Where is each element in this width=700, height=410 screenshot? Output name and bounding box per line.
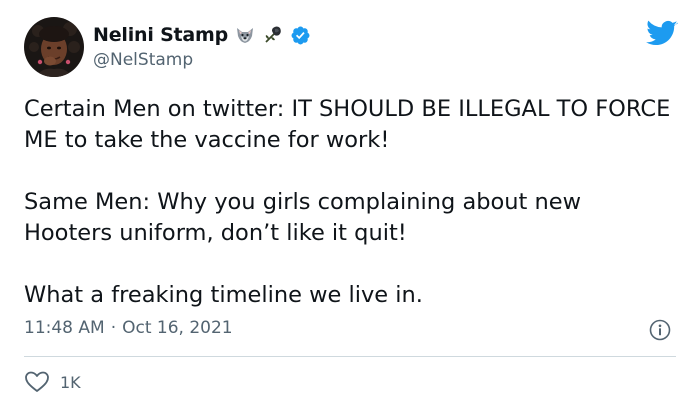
- author-row: Nelini Stamp: [93, 22, 311, 48]
- avatar[interactable]: [24, 17, 84, 77]
- like-button[interactable]: 1K: [24, 370, 81, 394]
- tweet-text: Certain Men on twitter: IT SHOULD BE ILL…: [24, 94, 674, 311]
- tweet-date: Oct 16, 2021: [122, 318, 233, 338]
- like-count: 1K: [60, 372, 81, 392]
- tweet-card: Nelini Stamp @NelStamp Certain Men on tw…: [0, 0, 700, 410]
- heart-icon: [24, 370, 50, 394]
- tweet-time: 11:48 AM: [24, 318, 105, 338]
- wolf-face-emoji-icon: [234, 24, 256, 46]
- author-handle[interactable]: @NelStamp: [93, 50, 193, 70]
- twitter-bird-icon[interactable]: [646, 20, 678, 48]
- tweet-paragraph: Same Men: Why you girls complaining abou…: [24, 189, 582, 246]
- divider: [24, 356, 676, 357]
- tweet-paragraph: What a freaking timeline we live in.: [24, 282, 423, 308]
- tweet-paragraph: Certain Men on twitter: IT SHOULD BE ILL…: [24, 96, 671, 153]
- info-icon[interactable]: [649, 319, 671, 341]
- rose-emoji-icon: [262, 24, 284, 46]
- meta-separator: ·: [110, 318, 117, 338]
- tweet-timestamp[interactable]: 11:48 AM · Oct 16, 2021: [24, 318, 233, 338]
- display-name[interactable]: Nelini Stamp: [93, 24, 228, 46]
- verified-badge-icon: [290, 25, 311, 46]
